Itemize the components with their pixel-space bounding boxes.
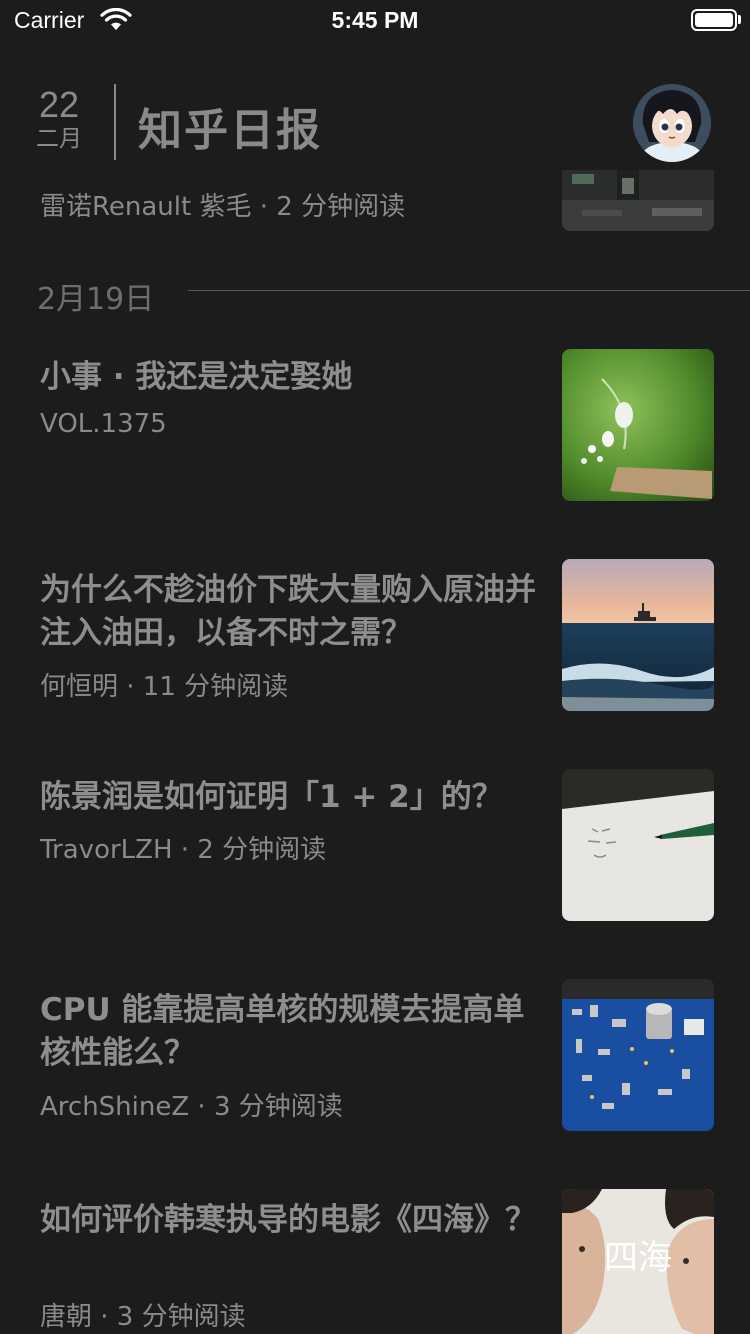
article-title: 为什么不趁油价下跌大量购入原油并注入油田，以备不时之需？ <box>40 572 536 651</box>
battery-cap <box>738 15 741 24</box>
article-item[interactable]: 为什么不趁油价下跌大量购入原油并注入油田，以备不时之需？ 何恒明 · 11 分钟… <box>0 559 750 711</box>
article-meta: TravorLZH · 2 分钟阅读 <box>40 835 327 865</box>
header-divider <box>114 84 116 160</box>
status-time: 5:45 PM <box>331 7 419 33</box>
app-title: 知乎日报 <box>138 105 322 156</box>
article-thumbnail <box>562 979 714 1131</box>
article-title: 如何评价韩寒执导的电影《四海》？ <box>40 1202 536 1238</box>
article-item[interactable]: 小事 · 我还是决定娶她 VOL.1375 <box>0 349 750 501</box>
article-title: 陈景润是如何证明「1 + 2」的？ <box>40 779 503 815</box>
status-bar: Carrier 5:45 PM <box>0 0 750 40</box>
article-item[interactable]: 如何评价韩寒执导的电影《四海》？ 唐朝 · 3 分钟阅读 四海 <box>0 1189 750 1334</box>
article-thumbnail <box>562 349 714 501</box>
header-day: 22 <box>38 84 80 125</box>
article-thumbnail <box>562 559 714 711</box>
article-title: 小事 · 我还是决定娶她 <box>40 359 353 395</box>
partial-item-meta[interactable]: 雷诺Renault 紫毛 · 2 分钟阅读 <box>40 186 405 223</box>
header-month: 二月 <box>36 126 82 152</box>
article-meta: 何恒明 · 11 分钟阅读 <box>40 672 289 702</box>
partial-item-thumbnail[interactable] <box>562 170 714 231</box>
battery-icon <box>691 9 737 31</box>
article-meta: VOL.1375 <box>40 409 167 439</box>
article-item[interactable]: 陈景润是如何证明「1 + 2」的？ TravorLZH · 2 分钟阅读 <box>0 769 750 921</box>
article-item[interactable]: CPU 能靠提高单核的规模去提高单核性能么？ ArchShineZ · 3 分钟… <box>0 979 750 1131</box>
poster-lettering: 四海 <box>604 1238 672 1278</box>
header-date: 22 二月 <box>30 86 88 154</box>
article-title: CPU 能靠提高单核的规模去提高单核性能么？ <box>40 992 525 1071</box>
section-divider <box>188 290 750 291</box>
section-date: 2月19日 <box>37 282 155 317</box>
user-avatar[interactable] <box>633 84 711 162</box>
article-meta: ArchShineZ · 3 分钟阅读 <box>40 1092 343 1122</box>
article-thumbnail: 四海 <box>562 1189 714 1334</box>
app-screen: Carrier 5:45 PM 22 二月 知乎日报 雷诺Renault 紫毛 … <box>0 0 750 1334</box>
article-meta: 唐朝 · 3 分钟阅读 <box>40 1302 246 1332</box>
article-thumbnail <box>562 769 714 921</box>
